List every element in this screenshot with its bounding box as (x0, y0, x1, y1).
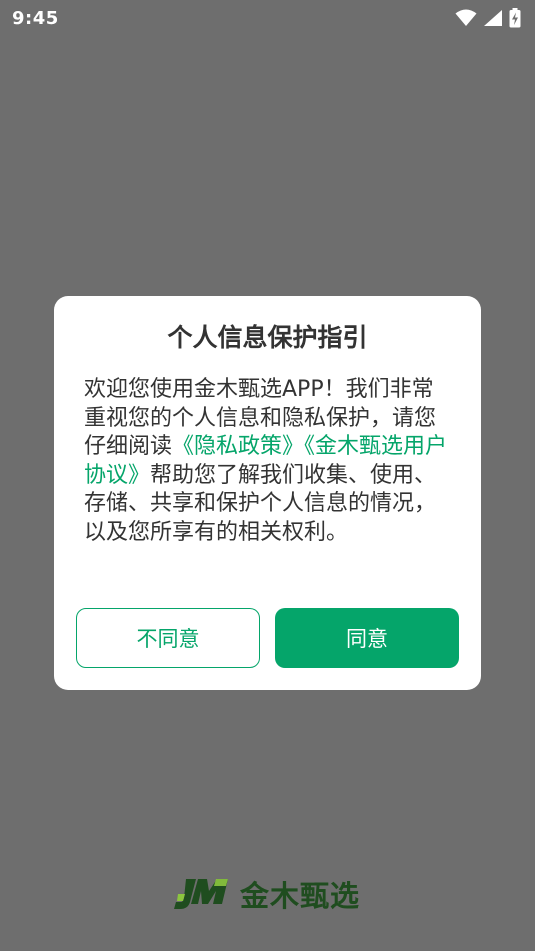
brand-logo (172, 874, 234, 914)
status-icons (455, 8, 521, 28)
wifi-icon (455, 9, 477, 26)
brand-footer: 金木甄选 (172, 874, 372, 914)
agree-button[interactable]: 同意 (275, 608, 459, 668)
status-time: 9:45 (12, 7, 59, 29)
dialog-body: 欢迎您使用金木甄选APP！我们非常重视您的个人信息和隐私保护，请您仔细阅读《隐私… (84, 376, 454, 547)
status-bar: 9:45 (0, 0, 535, 36)
cellular-signal-icon (484, 10, 502, 26)
brand-logo-icon (174, 879, 228, 909)
privacy-dialog: 个人信息保护指引 欢迎您使用金木甄选APP！我们非常重视您的个人信息和隐私保护，… (54, 296, 481, 690)
privacy-policy-link[interactable]: 《隐私政策》 (172, 434, 304, 459)
disagree-button[interactable]: 不同意 (76, 608, 260, 668)
dialog-title: 个人信息保护指引 (167, 323, 368, 352)
battery-charging-icon (509, 8, 521, 28)
brand-name: 金木甄选 (240, 879, 361, 913)
